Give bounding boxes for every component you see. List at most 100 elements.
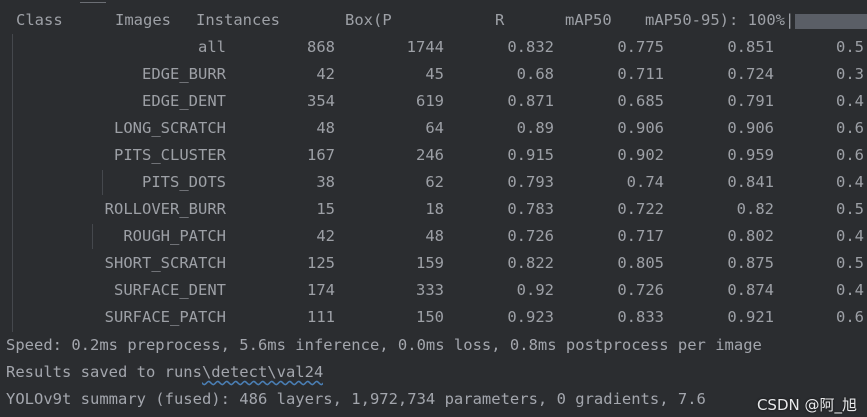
row-map50: 0.82 <box>736 200 774 218</box>
speed-line: Speed: 0.2ms preprocess, 5.6ms inference… <box>6 336 762 354</box>
row-map50-95: 0.4 <box>836 281 864 299</box>
results-prefix: Results saved to runs <box>6 363 202 381</box>
row-images: 48 <box>316 119 335 137</box>
row-class: EDGE_DENT <box>142 92 226 110</box>
row-instances: 150 <box>416 308 444 326</box>
row-map50-95: 0.6 <box>836 119 864 137</box>
table-row: PITS_DOTS 38 62 0.793 0.74 0.841 0.4 <box>0 169 867 196</box>
row-recall: 0.775 <box>617 38 664 56</box>
row-precision: 0.89 <box>516 119 554 137</box>
results-path-link[interactable]: \detect\val24 <box>202 363 323 381</box>
row-recall: 0.805 <box>617 254 664 272</box>
row-recall: 0.711 <box>617 65 664 83</box>
row-recall: 0.722 <box>617 200 664 218</box>
table-row: SURFACE_PATCH 111 150 0.923 0.833 0.921 0.6 <box>0 304 867 331</box>
row-map50: 0.791 <box>727 92 774 110</box>
row-precision: 0.92 <box>516 281 554 299</box>
row-map50-95: 0.4 <box>836 227 864 245</box>
results-line: Results saved to runs\detect\val24 <box>6 359 323 386</box>
header-map50: mAP50 <box>565 11 612 29</box>
header-instances: Instances <box>196 11 280 29</box>
summary-line: YOLOv9t summary (fused): 486 layers, 1,9… <box>6 390 706 408</box>
row-recall: 0.902 <box>617 146 664 164</box>
row-class: PITS_CLUSTER <box>114 146 226 164</box>
row-images: 42 <box>316 227 335 245</box>
header-class: Class <box>16 11 63 29</box>
row-map50: 0.875 <box>727 254 774 272</box>
header-box-p: Box(P <box>345 11 392 29</box>
row-images: 174 <box>307 281 335 299</box>
row-images: 15 <box>316 200 335 218</box>
row-precision: 0.793 <box>507 173 554 191</box>
row-recall: 0.726 <box>617 281 664 299</box>
row-class: all <box>198 38 226 56</box>
row-instances: 18 <box>425 200 444 218</box>
table-row: ROUGH_PATCH 42 48 0.726 0.717 0.802 0.4 <box>0 223 867 250</box>
row-precision: 0.783 <box>507 200 554 218</box>
row-class: SHORT_SCRATCH <box>104 254 226 272</box>
table-row: PITS_CLUSTER 167 246 0.915 0.902 0.959 0.6 <box>0 142 867 169</box>
row-recall: 0.717 <box>617 227 664 245</box>
row-map50-95: 0.5 <box>836 38 864 56</box>
table-row: SURFACE_DENT 174 333 0.92 0.726 0.874 0.4 <box>0 277 867 304</box>
row-precision: 0.871 <box>507 92 554 110</box>
progress-bar <box>795 14 867 29</box>
row-class: SURFACE_PATCH <box>104 308 226 326</box>
row-map50: 0.921 <box>727 308 774 326</box>
row-images: 111 <box>307 308 335 326</box>
header-recall: R <box>495 11 505 29</box>
row-map50: 0.874 <box>727 281 774 299</box>
table-row: LONG_SCRATCH 48 64 0.89 0.906 0.906 0.6 <box>0 115 867 142</box>
row-instances: 64 <box>425 119 444 137</box>
row-recall: 0.685 <box>617 92 664 110</box>
row-recall: 0.74 <box>626 173 664 191</box>
row-map50-95: 0.4 <box>836 173 864 191</box>
row-images: 868 <box>307 38 335 56</box>
row-instances: 48 <box>425 227 444 245</box>
row-instances: 246 <box>416 146 444 164</box>
row-recall: 0.906 <box>617 119 664 137</box>
row-class: ROLLOVER_BURR <box>104 200 226 218</box>
row-precision: 0.923 <box>507 308 554 326</box>
row-instances: 619 <box>416 92 444 110</box>
table-row: ROLLOVER_BURR 15 18 0.783 0.722 0.82 0.5 <box>0 196 867 223</box>
table-row: SHORT_SCRATCH 125 159 0.822 0.805 0.875 0.5 <box>0 250 867 277</box>
row-images: 42 <box>316 65 335 83</box>
row-map50: 0.906 <box>727 119 774 137</box>
row-instances: 62 <box>425 173 444 191</box>
row-map50-95: 0.5 <box>836 200 864 218</box>
row-instances: 159 <box>416 254 444 272</box>
row-map50: 0.841 <box>727 173 774 191</box>
row-class: ROUGH_PATCH <box>123 227 226 245</box>
table-row: EDGE_DENT 354 619 0.871 0.685 0.791 0.4 <box>0 88 867 115</box>
row-map50: 0.851 <box>727 38 774 56</box>
row-map50-95: 0.3 <box>836 65 864 83</box>
row-precision: 0.832 <box>507 38 554 56</box>
row-class: EDGE_BURR <box>142 65 226 83</box>
row-images: 354 <box>307 92 335 110</box>
row-precision: 0.726 <box>507 227 554 245</box>
csdn-watermark: CSDN @阿_旭 <box>754 393 859 417</box>
row-map50: 0.959 <box>727 146 774 164</box>
row-images: 125 <box>307 254 335 272</box>
row-precision: 0.822 <box>507 254 554 272</box>
row-class: SURFACE_DENT <box>114 281 226 299</box>
clipped-previous-line <box>0 0 867 6</box>
row-images: 38 <box>316 173 335 191</box>
row-precision: 0.915 <box>507 146 554 164</box>
terminal-output: Class Images Instances Box(P R mAP50 mAP… <box>0 0 867 417</box>
row-class: LONG_SCRATCH <box>114 119 226 137</box>
row-precision: 0.68 <box>516 65 554 83</box>
row-instances: 45 <box>425 65 444 83</box>
row-instances: 1744 <box>406 38 444 56</box>
row-class: PITS_DOTS <box>142 173 226 191</box>
row-map50-95: 0.6 <box>836 146 864 164</box>
row-map50-95: 0.4 <box>836 92 864 110</box>
header-images: Images <box>115 11 171 29</box>
table-row: EDGE_BURR 42 45 0.68 0.711 0.724 0.3 <box>0 61 867 88</box>
row-map50-95: 0.6 <box>836 308 864 326</box>
header-map50-95: mAP50-95): 100%| <box>645 11 795 29</box>
row-images: 167 <box>307 146 335 164</box>
table-row: all 868 1744 0.832 0.775 0.851 0.5 <box>0 34 867 61</box>
row-map50: 0.724 <box>727 65 774 83</box>
